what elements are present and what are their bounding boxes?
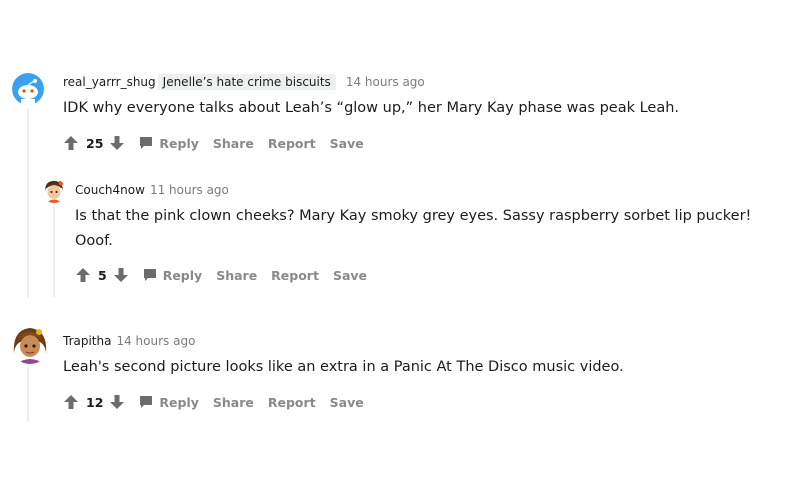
username[interactable]: Trapitha [63,334,111,348]
reply-label: Reply [159,394,199,410]
vote-count: 12 [86,394,104,410]
comment-body: Leah's second picture looks like an extr… [63,359,624,375]
reply-button[interactable]: Reply [139,135,199,151]
snoo-avatar-icon [12,73,44,105]
comment-bubble-icon [143,268,157,282]
reply-button[interactable]: Reply [139,394,199,410]
username[interactable]: Couch4now [75,183,145,197]
username[interactable]: real_yarrr_shug [63,75,156,89]
report-button[interactable]: Report [271,268,319,283]
thread-line-3[interactable] [27,362,29,422]
reply-label: Reply [162,267,203,283]
user-avatar-icon [42,179,66,203]
thread-line-1[interactable] [27,108,29,298]
comment-meta: real_yarrr_shug Jenelle’s hate crime bis… [63,74,425,90]
comment-actions: 5 Reply Share Report Save [75,267,367,283]
comment-actions: 25 Reply Share Report Save [63,135,364,151]
save-button[interactable]: Save [333,268,367,283]
comment-meta: Trapitha 14 hours ago [63,334,195,348]
user-avatar-icon [10,324,50,364]
share-button[interactable]: Share [216,268,257,283]
downvote-icon[interactable] [109,394,125,410]
reply-button[interactable]: Reply [143,268,202,283]
save-button[interactable]: Save [330,395,364,410]
comment-body: IDK why everyone talks about Leah’s “glo… [63,100,680,116]
user-flair: Jenelle’s hate crime biscuits [157,74,336,90]
comment-meta: Couch4now 11 hours ago [75,183,229,197]
comment-body: Is that the pink clown cheeks? Mary Kay … [75,208,752,249]
thread-line-2[interactable] [53,205,55,297]
comment-bubble-icon [139,136,153,150]
downvote-icon[interactable] [109,135,125,151]
reply-label: Reply [159,135,199,151]
report-button[interactable]: Report [268,136,316,151]
downvote-icon[interactable] [113,267,129,283]
save-button[interactable]: Save [330,136,364,151]
share-button[interactable]: Share [213,395,254,410]
timestamp[interactable]: 14 hours ago [346,75,425,89]
vote-count: 25 [86,135,104,151]
upvote-icon[interactable] [63,135,79,151]
avatar[interactable] [10,324,50,364]
comment-actions: 12 Reply Share Report Save [63,394,364,410]
share-button[interactable]: Share [213,136,254,151]
upvote-icon[interactable] [63,394,79,410]
timestamp[interactable]: 14 hours ago [116,334,195,348]
upvote-icon[interactable] [75,267,91,283]
avatar[interactable] [12,73,44,105]
avatar[interactable] [42,179,66,203]
timestamp[interactable]: 11 hours ago [150,183,229,197]
vote-count: 5 [98,267,107,283]
report-button[interactable]: Report [268,395,316,410]
comment-bubble-icon [139,395,153,409]
